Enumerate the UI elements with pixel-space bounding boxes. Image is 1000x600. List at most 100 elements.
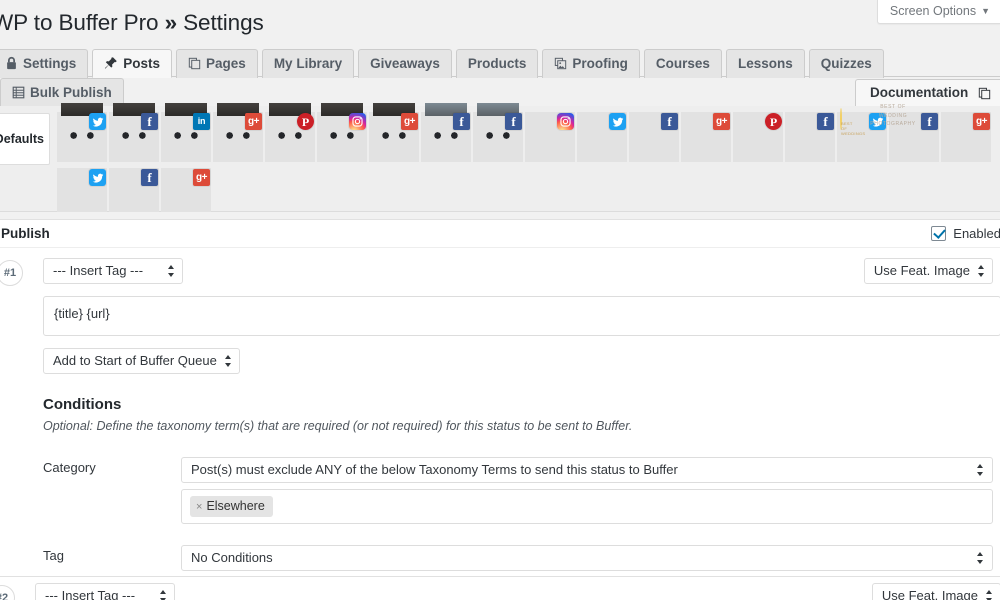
insert-tag-select[interactable]: --- Insert Tag --- <box>43 258 183 284</box>
facebook-icon: f <box>141 169 158 186</box>
account-thumbnail[interactable]: f <box>107 166 159 218</box>
account-thumbnail[interactable] <box>317 103 367 162</box>
account-thumbnail[interactable]: g+ <box>213 103 263 162</box>
tab-posts[interactable]: Posts <box>92 49 173 79</box>
account-thumbnail[interactable] <box>57 103 107 162</box>
publish-panel-body: #1 --- Insert Tag --- Use Feat. Image {t… <box>0 248 1000 600</box>
category-label: Category <box>43 460 96 475</box>
account-tab-defaults-label: Defaults <box>0 132 44 146</box>
chevron-down-icon: ▼ <box>981 6 990 16</box>
status-2-row: #2 --- Insert Tag --- Use Feat. Image <box>0 576 1000 600</box>
instagram-icon <box>349 113 366 130</box>
remove-token-icon[interactable]: × <box>196 501 202 513</box>
tab-courses[interactable]: Courses <box>643 49 722 78</box>
tab-label: Posts <box>123 56 161 71</box>
account-thumbnail[interactable]: f <box>109 103 159 162</box>
account-thumbnail[interactable] <box>55 166 107 218</box>
facebook-icon: f <box>505 113 522 130</box>
tab-quizzes[interactable]: Quizzes <box>808 49 884 78</box>
queue-position-select[interactable]: Add to Start of Buffer Queue <box>43 348 240 374</box>
publish-panel-header: Publish Enabled <box>0 220 1000 248</box>
chevron-updown-icon <box>977 552 984 564</box>
account-thumbnail-list: fing+Pg+fffg+PfBEST OF WEDDINGSBEST OF W… <box>55 103 1000 221</box>
account-thumbnail[interactable]: P <box>731 110 783 162</box>
insert-tag-select-2[interactable]: --- Insert Tag --- <box>35 583 175 600</box>
tab-giveaways[interactable]: Giveaways <box>358 49 452 78</box>
account-thumbnail[interactable]: f <box>473 103 523 162</box>
account-thumbnail[interactable]: P <box>265 103 315 162</box>
category-condition-select[interactable]: Post(s) must exclude ANY of the below Ta… <box>181 457 993 483</box>
account-tab-defaults[interactable]: Defaults <box>0 113 50 165</box>
account-thumbnail[interactable]: f <box>627 110 679 162</box>
gplus-icon: g+ <box>245 113 262 130</box>
tab-label: Quizzes <box>820 56 872 71</box>
account-thumbnail[interactable]: f <box>421 103 471 162</box>
tag-condition-select[interactable]: No Conditions <box>181 545 993 571</box>
featured-image-select[interactable]: Use Feat. Image <box>863 258 993 284</box>
page-title-prefix: WP to Buffer Pro <box>0 10 159 35</box>
status-number-badge: #2 <box>0 585 15 600</box>
account-thumbnail[interactable]: g+ <box>679 110 731 162</box>
publish-panel-title: Publish <box>1 226 50 241</box>
tab-label: Lessons <box>737 56 793 71</box>
facebook-icon: f <box>817 113 834 130</box>
status-number-badge: #1 <box>0 260 23 286</box>
tab-documentation[interactable]: Documentation <box>854 79 1000 106</box>
chevron-updown-icon <box>168 265 175 277</box>
account-thumbnail[interactable]: g+ <box>369 103 419 162</box>
account-thumbnail[interactable]: g+ <box>941 112 991 162</box>
facebook-icon: f <box>141 113 158 130</box>
tag-condition-value: No Conditions <box>191 550 273 565</box>
tab-pages[interactable]: Pages <box>176 49 258 78</box>
chevron-updown-icon <box>224 355 232 367</box>
screen-options-button[interactable]: Screen Options ▼ <box>876 0 1000 24</box>
tab-label: Courses <box>655 56 710 71</box>
publish-panel: Publish Enabled #1 --- Insert Tag --- Us… <box>0 219 1000 600</box>
tab-lessons[interactable]: Lessons <box>725 49 805 78</box>
lock-icon <box>5 52 18 79</box>
tab-settings[interactable]: Settings <box>0 49 89 79</box>
facebook-icon: f <box>453 113 470 130</box>
insert-tag-value-2: --- Insert Tag --- <box>45 588 136 600</box>
twitter-icon <box>609 113 626 130</box>
instagram-icon <box>557 113 574 130</box>
tab-label: Bulk Publish <box>30 85 112 100</box>
account-thumbnail[interactable] <box>523 110 575 162</box>
tab-label: Pages <box>206 56 246 71</box>
screen-options-label: Screen Options <box>889 4 977 18</box>
featured-image-select-2[interactable]: Use Feat. Image <box>871 583 1000 600</box>
facebook-icon: f <box>661 113 678 130</box>
page-title-suffix: Settings <box>183 10 264 35</box>
tag-condition-row: Tag No Conditions <box>1 545 997 571</box>
conditions-description: Optional: Define the taxonomy term(s) th… <box>43 419 633 433</box>
insert-tag-value: --- Insert Tag --- <box>53 263 144 278</box>
pin-icon <box>104 52 118 79</box>
twitter-icon <box>89 113 106 130</box>
status-message-textarea[interactable]: {title} {url} <box>43 296 1000 336</box>
gplus-icon: g+ <box>973 113 990 130</box>
account-thumbnail[interactable]: g+ <box>159 166 211 218</box>
tab-proofing[interactable]: Proofing <box>542 49 640 78</box>
account-thumbnail[interactable] <box>575 110 627 162</box>
tab-label: Proofing <box>572 56 628 71</box>
token-label: Elsewhere <box>206 499 265 513</box>
tag-label: Tag <box>43 548 64 563</box>
enabled-checkbox[interactable] <box>931 226 947 241</box>
tab-label: Giveaways <box>370 56 440 71</box>
tab-label: Settings <box>23 56 77 71</box>
account-thumbnail[interactable]: f <box>783 110 835 162</box>
tab-my-library[interactable]: My Library <box>261 49 355 78</box>
chevron-updown-icon <box>160 590 167 600</box>
main-tab-bar: Settings Posts Pages My Library Giveaways Pro… <box>0 48 1000 107</box>
page-title: WP to Buffer Pro » Settings <box>0 10 264 36</box>
enabled-toggle[interactable]: Enabled <box>931 220 1000 248</box>
account-thumbnail[interactable]: BEST OF WEDDINGPHOTOGRAPHYf <box>870 104 939 162</box>
tab-label: My Library <box>273 56 343 71</box>
account-thumbnail[interactable]: in <box>161 103 211 162</box>
tab-products[interactable]: Products <box>455 49 539 78</box>
status-1-row: #1 --- Insert Tag --- Use Feat. Image <box>0 258 997 290</box>
category-condition-row: Category Post(s) must exclude ANY of the… <box>1 457 997 524</box>
featured-image-value: Use Feat. Image <box>873 263 970 278</box>
token-elsewhere[interactable]: × Elsewhere <box>190 496 273 517</box>
category-token-input[interactable]: × Elsewhere <box>181 489 993 524</box>
